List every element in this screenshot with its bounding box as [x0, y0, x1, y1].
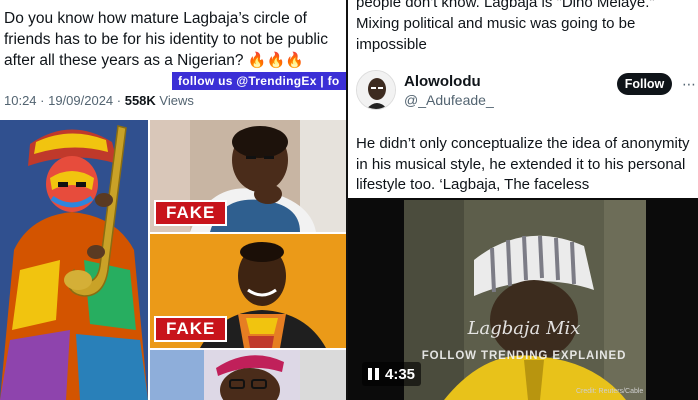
- fake-label-2: FAKE: [154, 316, 228, 342]
- reply-tweet-text: He didn’t only conceptualize the idea of…: [356, 135, 690, 193]
- follow-button[interactable]: Follow: [617, 73, 672, 95]
- views-label: Views: [159, 93, 194, 108]
- left-tweet-panel: Do you know how mature Lagbaja’s circle …: [0, 0, 346, 400]
- saxophonist-illustration: [0, 120, 148, 400]
- saxophonist-photo[interactable]: [0, 120, 148, 400]
- video-watermark-title: Lagbaja Mix: [467, 318, 581, 339]
- fire-emoji-icon: 🔥🔥🔥: [247, 52, 304, 69]
- tweet-meta: 10:24 · 19/09/2024 · 558K Views: [4, 93, 194, 108]
- user-handle[interactable]: @_Adufeade_: [404, 92, 494, 108]
- player-controls[interactable]: 4:35: [362, 362, 422, 386]
- watermark-strip: follow us @TrendingEx | fo: [172, 72, 346, 90]
- third-photo[interactable]: [150, 350, 346, 400]
- cap-man-illustration: [150, 350, 346, 400]
- tweet-photo-collage[interactable]: FAKE FAKE: [0, 120, 346, 400]
- fake-photo-2[interactable]: FAKE: [150, 234, 346, 348]
- video-time: 4:35: [385, 365, 416, 383]
- fake-photo-1[interactable]: FAKE: [150, 120, 346, 232]
- pause-icon[interactable]: [368, 368, 379, 380]
- more-options-icon[interactable]: ⋯: [682, 76, 696, 93]
- previous-tweet-text: people don't know. Lagbaja is "Dino Mela…: [356, 0, 655, 53]
- video-frame-illustration: [404, 200, 646, 400]
- video-frame[interactable]: [404, 200, 646, 400]
- display-name[interactable]: Alowolodu: [404, 73, 481, 90]
- views-count: 558K: [124, 93, 156, 108]
- fake-label-1: FAKE: [154, 200, 228, 226]
- avatar-illustration: [357, 71, 395, 109]
- tweet-text: Do you know how mature Lagbaja’s circle …: [4, 8, 342, 71]
- video-credit: Credit: Reuters/Cable: [576, 388, 644, 395]
- right-tweet-panel: people don't know. Lagbaja is "Dino Mela…: [346, 0, 698, 198]
- avatar[interactable]: [356, 70, 396, 110]
- video-watermark-subtitle: FOLLOW TRENDING EXPLAINED: [421, 350, 627, 362]
- tweet-time[interactable]: 10:24 · 19/09/2024 ·: [4, 93, 121, 108]
- video-player[interactable]: Lagbaja Mix FOLLOW TRENDING EXPLAINED 4:…: [346, 198, 698, 400]
